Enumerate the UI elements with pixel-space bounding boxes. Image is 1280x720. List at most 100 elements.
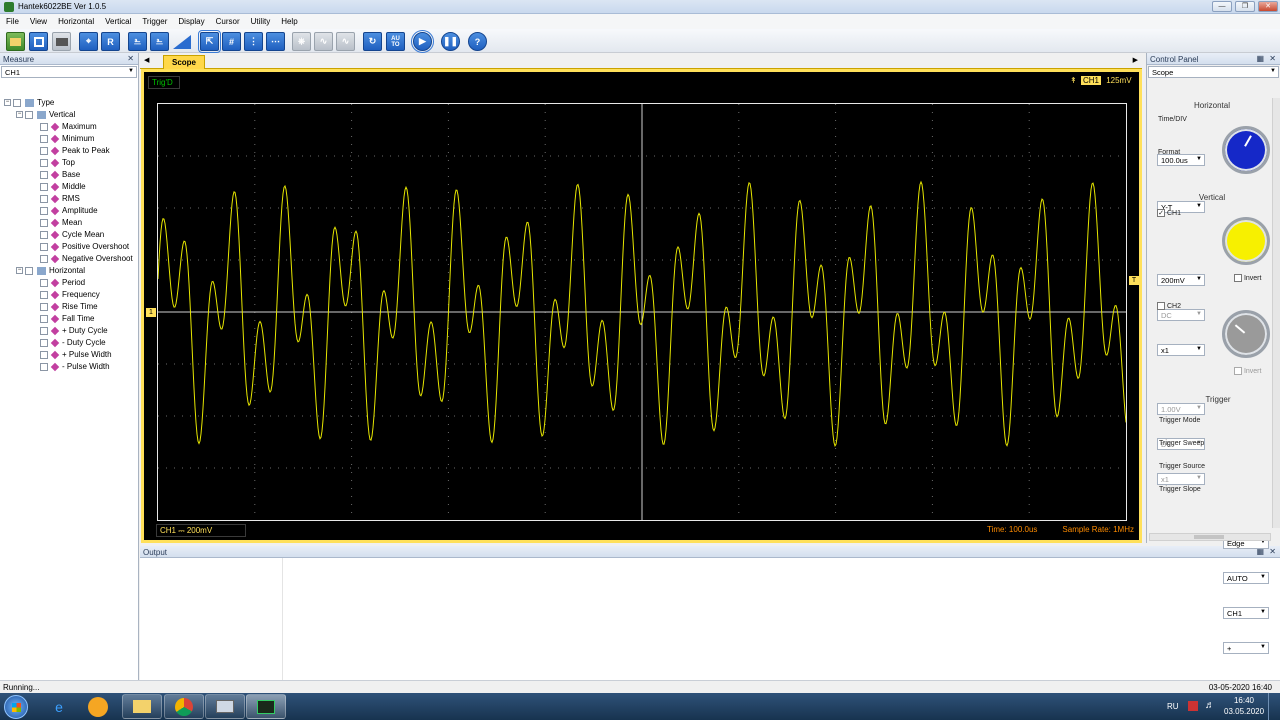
checkbox-icon[interactable] (40, 218, 48, 227)
menu-cursor[interactable]: Cursor (210, 14, 245, 26)
checkbox-icon[interactable] (25, 110, 33, 119)
menu-display[interactable]: Display (172, 14, 209, 26)
tree-item-vertical[interactable]: Cycle Mean (40, 230, 104, 242)
network-icon[interactable] (1188, 701, 1198, 711)
checkbox-icon[interactable] (40, 206, 48, 215)
menu-utility[interactable]: Utility (245, 14, 276, 26)
menu-help[interactable]: Help (275, 14, 302, 26)
checkbox-icon[interactable] (40, 158, 48, 167)
tree-item-vertical[interactable]: Minimum (40, 134, 94, 146)
menu-view[interactable]: View (24, 14, 52, 26)
checkbox-icon[interactable] (13, 98, 21, 107)
hantek-taskbar-icon[interactable] (246, 694, 286, 719)
trigger-level-marker[interactable]: T (1129, 276, 1139, 285)
ch1-volt-knob[interactable] (1222, 217, 1270, 265)
tree-item-horizontal[interactable]: Frequency (40, 290, 100, 302)
media-player-icon[interactable] (88, 697, 108, 717)
checkbox-icon[interactable] (25, 266, 33, 275)
ch1-invert-checkbox[interactable]: Invert (1234, 274, 1261, 282)
ch1-probe-select[interactable]: x1 ▼ (1157, 344, 1205, 356)
tab-left-arrow-icon[interactable]: ◀ (144, 56, 149, 64)
control-scrollbar[interactable] (1272, 98, 1280, 528)
reset-button[interactable]: R (101, 32, 120, 51)
ch2-waveform-button[interactable]: ⎁ (150, 32, 169, 51)
ch2-volt-knob[interactable] (1222, 310, 1270, 358)
tab-scope[interactable]: Scope (163, 55, 205, 69)
tree-item-vertical[interactable]: RMS (40, 194, 80, 206)
time-div-knob[interactable] (1222, 126, 1270, 174)
scope-screen[interactable] (157, 103, 1127, 521)
trigger-slope-select[interactable]: + ▼ (1223, 642, 1269, 654)
pin-icon[interactable]: ▦ (1256, 54, 1264, 63)
checkbox-icon[interactable] (40, 278, 48, 287)
checkbox-icon[interactable] (40, 242, 48, 251)
close-icon[interactable]: ✕ (1269, 54, 1276, 63)
chrome-taskbar-icon[interactable] (164, 694, 204, 719)
tree-item-vertical[interactable]: Amplitude (40, 206, 98, 218)
control-hscrollbar[interactable] (1149, 533, 1271, 541)
pause-button[interactable]: ❚❚ (441, 32, 460, 51)
tree-item-horizontal[interactable]: - Duty Cycle (40, 338, 106, 350)
ch2-checkbox[interactable]: CH2 (1157, 302, 1181, 310)
ch1-waveform-button[interactable]: ⎁ (128, 32, 147, 51)
menu-trigger[interactable]: Trigger (136, 14, 172, 26)
remote-taskbar-icon[interactable] (205, 694, 245, 719)
ch1-coupling-select[interactable]: DC ▼ (1157, 309, 1205, 321)
tree-item-vertical[interactable]: Top (40, 158, 75, 170)
checkbox-icon[interactable] (40, 182, 48, 191)
checkbox-icon[interactable] (40, 146, 48, 155)
ch2-invert-checkbox[interactable]: Invert (1234, 367, 1261, 375)
show-desktop-button[interactable] (1268, 693, 1280, 720)
grid-button[interactable]: # (222, 32, 241, 51)
tree-item-vertical[interactable]: Peak to Peak (40, 146, 110, 158)
collapse-icon[interactable]: − (16, 111, 23, 119)
clock-time[interactable]: 16:40 (1227, 696, 1261, 705)
close-icon[interactable]: ✕ (127, 54, 134, 63)
tree-root-type[interactable]: − Type (4, 98, 54, 110)
tree-item-horizontal[interactable]: Rise Time (40, 302, 98, 314)
clock-date[interactable]: 03.05.2020 (1224, 707, 1264, 716)
close-icon[interactable]: ✕ (1269, 547, 1276, 556)
ch1-marker[interactable]: 1 (146, 308, 156, 317)
trigger-sweep-select[interactable]: AUTO ▼ (1223, 572, 1269, 584)
menu-horizontal[interactable]: Horizontal (52, 14, 99, 26)
save-button[interactable] (29, 32, 48, 51)
sine-wave-2-button[interactable]: ∿ (336, 32, 355, 51)
ie-taskbar-icon[interactable]: e (47, 696, 71, 718)
checkbox-icon[interactable] (40, 170, 48, 179)
auto-button[interactable]: AU TO (386, 32, 405, 51)
checkbox-icon[interactable] (40, 326, 48, 335)
trigger-source-select[interactable]: CH1 ▼ (1223, 607, 1269, 619)
checkbox-icon[interactable] (40, 254, 48, 263)
tree-group-horizontal[interactable]: − Horizontal (16, 266, 85, 278)
checkbox-icon[interactable] (40, 338, 48, 347)
checkbox-icon[interactable] (40, 134, 48, 143)
step-wave-button[interactable]: ⎈ (292, 32, 311, 51)
minimize-button[interactable]: — (1212, 1, 1232, 12)
tree-item-vertical[interactable]: Base (40, 170, 80, 182)
tree-item-horizontal[interactable]: Period (40, 278, 85, 290)
tree-item-vertical[interactable]: Middle (40, 182, 86, 194)
run-button[interactable]: ▶ (411, 30, 434, 53)
tree-item-vertical[interactable]: Mean (40, 218, 82, 230)
ch2-probe-select[interactable]: x1 ▼ (1157, 473, 1205, 485)
auto-scale-button[interactable]: ⌖ (79, 32, 98, 51)
maximize-button[interactable]: ❐ (1235, 1, 1255, 12)
tree-item-horizontal[interactable]: Fall Time (40, 314, 94, 326)
help-button[interactable]: ? (468, 32, 487, 51)
tree-item-horizontal[interactable]: + Pulse Width (40, 350, 112, 362)
explorer-taskbar-icon[interactable] (122, 694, 162, 719)
tree-item-vertical[interactable]: Positive Overshoot (40, 242, 129, 254)
menu-vertical[interactable]: Vertical (99, 14, 136, 26)
collapse-icon[interactable]: − (16, 267, 23, 275)
checkbox-icon[interactable] (40, 362, 48, 371)
cursor-h-button[interactable]: ⋯ (266, 32, 285, 51)
ch1-volt-select[interactable]: 200mV ▼ (1157, 274, 1205, 286)
checkbox-icon[interactable] (40, 230, 48, 239)
tree-item-vertical[interactable]: Negative Overshoot (40, 254, 133, 266)
checkbox-icon[interactable] (40, 350, 48, 359)
collapse-icon[interactable]: − (4, 99, 11, 107)
tree-group-vertical[interactable]: − Vertical (16, 110, 75, 122)
mode-select[interactable]: Scope ▼ (1148, 66, 1279, 78)
select-cursor-button[interactable]: ⇱ (198, 30, 221, 53)
